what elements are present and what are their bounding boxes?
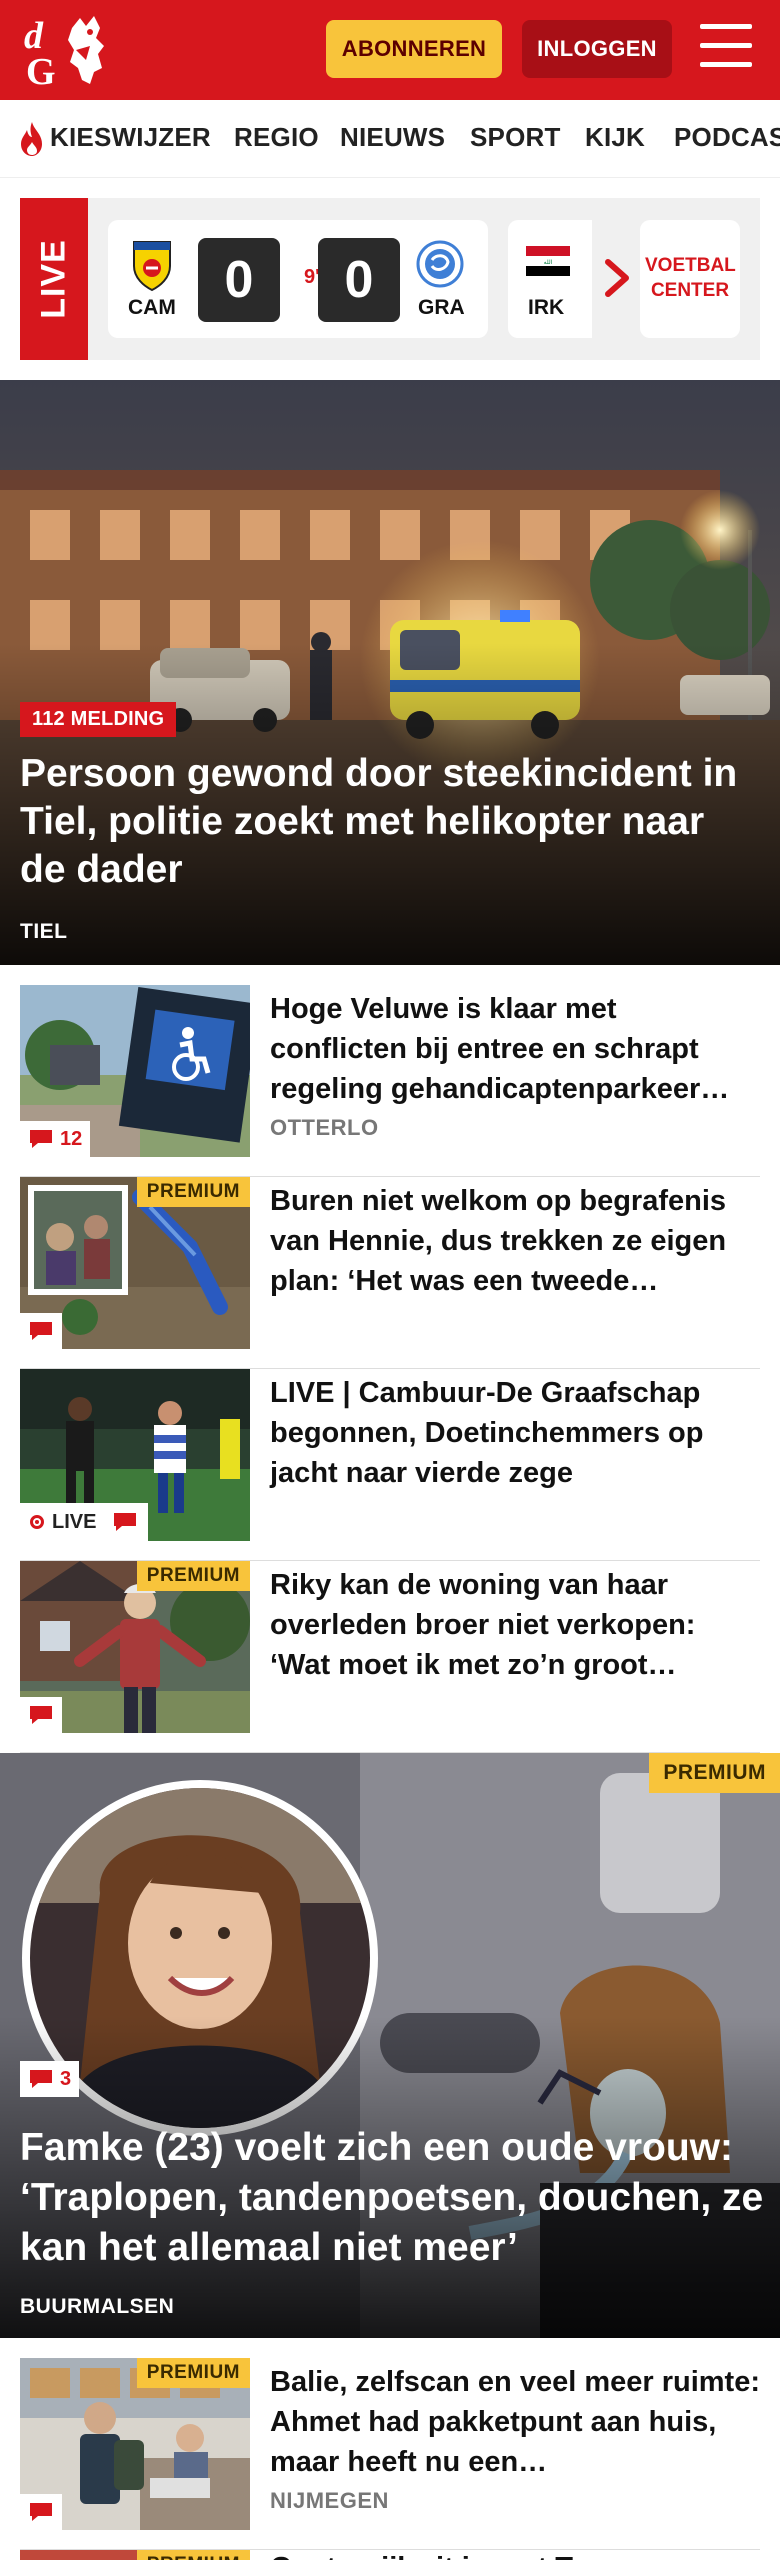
comment-badge[interactable]: 12 bbox=[20, 1121, 91, 1157]
hamburger-menu-icon[interactable] bbox=[700, 24, 752, 70]
svg-text:الله: الله bbox=[544, 259, 553, 266]
article-thumbnail: 12 bbox=[20, 985, 250, 1157]
dg-logo[interactable]: d G bbox=[20, 10, 120, 90]
cambuur-crest-icon bbox=[133, 241, 171, 292]
section-nav: KIESWIJZER REGIO NIEUWS SPORT KIJK PODCA… bbox=[0, 100, 780, 178]
live-label: LIVE bbox=[52, 1510, 97, 1533]
hero-location: TIEL bbox=[20, 920, 68, 943]
list-item[interactable]: 12 Hoge Veluwe is klaar met conflicten b… bbox=[20, 985, 760, 1177]
live-badge[interactable]: LIVE bbox=[20, 1503, 149, 1541]
login-button[interactable]: INLOGGEN bbox=[522, 20, 672, 78]
next-team-abbr: IRK bbox=[528, 296, 565, 319]
comment-icon bbox=[114, 1513, 137, 1531]
premium-badge: PREMIUM bbox=[136, 1561, 250, 1591]
comment-count: 12 bbox=[60, 1127, 83, 1150]
article-thumbnail: PREMIUM bbox=[20, 2358, 250, 2530]
article-location: NIJMEGEN bbox=[270, 2488, 389, 2513]
nav-item-kijk[interactable]: KIJK bbox=[585, 122, 645, 153]
chevron-right-icon[interactable] bbox=[602, 256, 634, 300]
feature-headline[interactable]: Famke (23) voelt zich een oude vrouw: ‘T… bbox=[20, 2123, 770, 2273]
list-item[interactable]: PREMIUM Buren niet welkom op begrafenis … bbox=[20, 1177, 760, 1369]
nav-item-podcast[interactable]: PODCAST bbox=[674, 122, 780, 153]
iraq-flag-icon: الله bbox=[526, 246, 570, 276]
article-thumbnail: PREMIUM bbox=[20, 1177, 250, 1349]
article-thumbnail: LIVE bbox=[20, 1369, 250, 1541]
premium-badge: PREMIUM bbox=[136, 2550, 250, 2560]
comment-icon bbox=[30, 2070, 52, 2088]
premium-badge: PREMIUM bbox=[649, 1753, 780, 1793]
comment-icon bbox=[30, 1706, 52, 1724]
list-item-peek[interactable]: PREMIUM Oostenrijk zit in met Tr… bbox=[20, 2550, 760, 2560]
page: d G ABONNEREN INLOGGEN KIESWIJZER REGIO … bbox=[0, 0, 780, 2560]
article-title[interactable]: Hoge Veluwe is klaar met conflicten bij … bbox=[270, 989, 760, 1109]
comment-icon bbox=[30, 1322, 52, 1340]
article-thumbnail: PREMIUM bbox=[20, 2550, 250, 2560]
article-title[interactable]: LIVE | Cambuur-De Graafschap begonnen, D… bbox=[270, 1373, 760, 1493]
flame-icon bbox=[21, 122, 42, 156]
home-score: 0 bbox=[198, 238, 280, 322]
category-label: 112 MELDING bbox=[20, 702, 177, 737]
subscribe-button[interactable]: ABONNEREN bbox=[326, 20, 502, 78]
list-item[interactable]: PREMIUM Balie, zelfscan en veel meer rui… bbox=[20, 2358, 760, 2550]
article-title[interactable]: Oostenrijk zit in met Tr… bbox=[270, 2548, 760, 2560]
feature-article[interactable]: PREMIUM 3 Famke (23) voelt zich een oude… bbox=[0, 1753, 780, 2338]
article-title[interactable]: Buren niet welkom op begrafenis van Henn… bbox=[270, 1181, 760, 1301]
site-header: d G ABONNEREN INLOGGEN bbox=[0, 0, 780, 100]
voetbal-center-button[interactable]: VOETBAL CENTER bbox=[640, 220, 740, 338]
live-tag: LIVE bbox=[20, 198, 88, 360]
svg-text:G: G bbox=[26, 51, 56, 90]
nav-item-sport[interactable]: SPORT bbox=[470, 122, 561, 153]
nav-item-regio[interactable]: REGIO bbox=[234, 122, 319, 153]
comment-badge[interactable] bbox=[20, 1697, 62, 1733]
hero-article[interactable]: 112 MELDING Persoon gewond door steekinc… bbox=[0, 380, 780, 965]
article-thumbnail: PREMIUM bbox=[20, 1561, 250, 1733]
article-location: OTTERLO bbox=[270, 1115, 379, 1140]
article-title[interactable]: Riky kan de woning van haar overleden br… bbox=[270, 1565, 760, 1685]
comment-icon bbox=[30, 2503, 52, 2521]
comment-badge[interactable]: 3 bbox=[20, 2061, 80, 2097]
nav-item-kieswijzer[interactable]: KIESWIJZER bbox=[50, 122, 211, 153]
away-score: 0 bbox=[318, 238, 400, 322]
comment-badge[interactable] bbox=[20, 2494, 62, 2530]
hero-headline[interactable]: Persoon gewond door steekincident in Tie… bbox=[20, 750, 760, 894]
graafschap-crest-icon bbox=[416, 240, 464, 288]
comment-badge[interactable] bbox=[20, 1313, 62, 1349]
premium-badge: PREMIUM bbox=[136, 2358, 250, 2388]
next-match-card[interactable]: الله IRK bbox=[508, 220, 592, 338]
comment-icon bbox=[30, 1130, 52, 1148]
live-scores-strip: LIVE CAM 0 9' 0 GRA الله IRK VOETBAL CEN… bbox=[20, 198, 760, 360]
feature-location: BUURMALSEN bbox=[20, 2295, 175, 2318]
nav-item-nieuws[interactable]: NIEUWS bbox=[340, 122, 445, 153]
list-item[interactable]: LIVE LIVE | Cambuur-De Graafschap begonn… bbox=[20, 1369, 760, 1561]
match-card[interactable]: CAM 0 9' 0 GRA bbox=[108, 220, 488, 338]
home-team-abbr: CAM bbox=[128, 296, 176, 319]
list-item[interactable]: PREMIUM Riky kan de woning van haar over… bbox=[20, 1561, 760, 1753]
premium-badge: PREMIUM bbox=[136, 1177, 250, 1207]
article-title[interactable]: Balie, zelfscan en veel meer ruimte: Ahm… bbox=[270, 2362, 760, 2482]
comment-count: 3 bbox=[60, 2067, 72, 2090]
away-team-abbr: GRA bbox=[418, 296, 465, 319]
live-dot-icon bbox=[30, 1515, 44, 1529]
